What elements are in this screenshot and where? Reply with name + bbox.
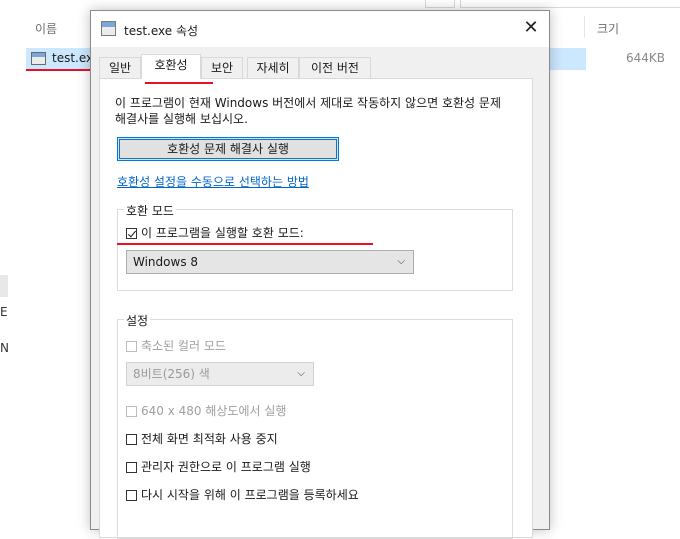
color-mode-value: 8비트(256) 색 [133,367,210,381]
column-divider[interactable] [584,16,585,38]
column-header-name[interactable]: 이름 [35,20,57,37]
color-mode-select[interactable]: 8비트(256) 색 ⌵ [126,362,314,386]
tab-security[interactable]: 보안 [201,57,243,78]
highlight-underline-tab [145,82,213,84]
nav-pane-letter: E [0,305,8,319]
compat-mode-group: 호환 모드 이 프로그램을 실행할 호환 모드: Windows 8 ⌵ [117,202,513,291]
settings-group: 설정 축소된 컬러 모드 8비트(256) 색 ⌵ 640 x 480 해상도에… [117,312,513,539]
disable-fullscreen-label: 전체 화면 최적화 사용 중지 [141,432,278,446]
register-restart-label: 다시 시작을 위해 이 프로그램을 등록하세요 [141,488,359,502]
reduced-color-checkbox[interactable]: 축소된 컬러 모드 [126,337,226,354]
run-as-admin-checkbox[interactable]: 관리자 권한으로 이 프로그램 실행 [126,458,311,475]
register-restart-checkbox[interactable]: 다시 시작을 위해 이 프로그램을 등록하세요 [126,486,359,503]
chevron-down-icon: ⌵ [397,256,405,267]
nav-pane-selection[interactable] [0,275,8,297]
nav-pane-letter: N [0,341,9,355]
dialog-title: test.exe 속성 [124,24,199,38]
checkbox-icon[interactable] [126,434,137,445]
close-button[interactable]: ✕ [515,13,547,43]
properties-dialog: test.exe 속성 ✕ 일반 호환성 보안 자세히 이전 버전 이 프로그램… [90,10,550,539]
manual-settings-link[interactable]: 호환성 설정을 수동으로 선택하는 방법 [117,173,309,190]
checkbox-icon[interactable] [126,490,137,501]
column-header-size[interactable]: 크기 [597,20,619,37]
compatibility-panel: 이 프로그램이 현재 Windows 버전에서 제대로 작동하지 않으면 호환성… [99,78,533,539]
explorer-top-segment [425,0,455,8]
compat-mode-checkbox[interactable]: 이 프로그램을 실행할 호환 모드: [126,224,304,241]
run-as-admin-label: 관리자 권한으로 이 프로그램 실행 [141,460,311,474]
button-focus-ring [119,139,337,159]
compat-mode-label: 호환 모드 [124,202,176,219]
chevron-down-icon: ⌵ [297,368,305,379]
compat-os-value: Windows 8 [133,255,199,269]
tab-general[interactable]: 일반 [99,57,141,78]
disable-fullscreen-checkbox[interactable]: 전체 화면 최적화 사용 중지 [126,430,278,447]
exe-app-icon [101,21,116,36]
checkbox-icon[interactable] [126,341,137,352]
tab-compatibility[interactable]: 호환성 [141,54,201,79]
highlight-underline-file [26,69,98,71]
file-size: 644KB [626,51,666,65]
compatibility-description: 이 프로그램이 현재 Windows 버전에서 제대로 작동하지 않으면 호환성… [115,96,501,126]
explorer-search-segment [460,0,680,8]
file-name[interactable]: test.ex [52,51,93,65]
compat-os-select[interactable]: Windows 8 ⌵ [126,250,414,274]
checkbox-icon[interactable] [126,406,137,417]
exe-file-icon [31,52,46,65]
checkbox-icon[interactable] [126,462,137,473]
reduced-color-label: 축소된 컬러 모드 [141,339,226,353]
title-bar[interactable]: test.exe 속성 ✕ [91,11,549,47]
low-resolution-label: 640 x 480 해상도에서 실행 [141,404,287,418]
tab-previous-versions[interactable]: 이전 버전 [299,57,371,78]
checkbox-checked-icon[interactable] [126,228,137,239]
run-troubleshooter-button[interactable]: 호환성 문제 해결사 실행 [117,137,339,161]
tab-details[interactable]: 자세히 [247,57,299,78]
settings-label: 설정 [124,312,151,329]
low-resolution-checkbox[interactable]: 640 x 480 해상도에서 실행 [126,402,286,419]
compat-mode-checkbox-label: 이 프로그램을 실행할 호환 모드: [141,226,304,240]
highlight-underline-compat [117,243,373,245]
